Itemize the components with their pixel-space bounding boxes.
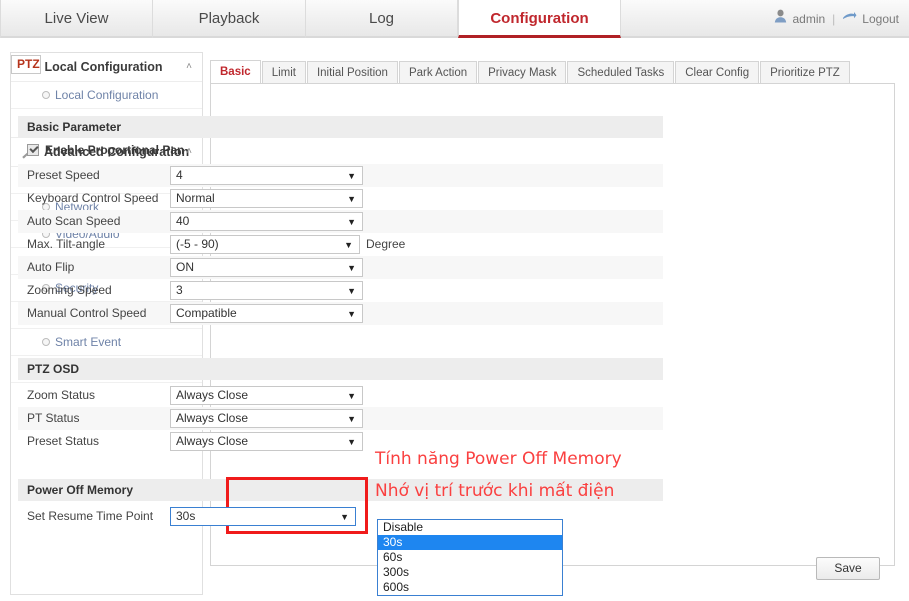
nav-tab-live-view[interactable]: Live View [0, 0, 153, 38]
pt-status-select[interactable]: Always Close ▼ [170, 409, 363, 428]
select-value: Compatible [176, 306, 237, 320]
logout-label[interactable]: Logout [862, 0, 899, 38]
sidebar-group-label: Local Configuration [44, 60, 162, 74]
row-label: Manual Control Speed [27, 302, 146, 325]
zooming-speed-select[interactable]: 3 ▼ [170, 281, 363, 300]
row-preset-speed: Preset Speed 4 ▼ [18, 164, 663, 187]
set-resume-time-point-select[interactable]: 30s ▼ [170, 507, 356, 526]
sidebar-item-ptz[interactable]: PTZ [11, 55, 41, 74]
select-value: Always Close [176, 434, 248, 448]
enable-proportional-pan-checkbox[interactable] [27, 144, 39, 156]
row-label: Zooming Speed [27, 279, 112, 302]
nav-tab-configuration[interactable]: Configuration [458, 0, 621, 38]
select-value: ON [176, 260, 194, 274]
tab-basic[interactable]: Basic [210, 60, 261, 84]
row-label: Auto Flip [27, 256, 74, 279]
tab-limit[interactable]: Limit [262, 61, 306, 84]
manual-control-speed-select[interactable]: Compatible ▼ [170, 304, 363, 323]
sidebar-item-smart-event[interactable]: Smart Event [11, 329, 202, 356]
row-label: Set Resume Time Point [27, 505, 153, 528]
row-auto-flip: Auto Flip ON ▼ [18, 256, 663, 279]
chevron-down-icon: ▼ [340, 509, 349, 526]
row-auto-scan-speed: Auto Scan Speed 40 ▼ [18, 210, 663, 233]
row-label: Preset Speed [27, 164, 100, 187]
username-label: admin [792, 0, 825, 38]
tab-clear-config[interactable]: Clear Config [675, 61, 759, 84]
chevron-down-icon: ▼ [347, 260, 356, 277]
zoom-status-select[interactable]: Always Close ▼ [170, 386, 363, 405]
select-value: Normal [176, 191, 215, 205]
max-tilt-angle-select[interactable]: (-5 - 90) ▼ [170, 235, 360, 254]
sidebar-item-label: PTZ [17, 57, 40, 71]
select-value: Always Close [176, 411, 248, 425]
chevron-down-icon: ▼ [347, 306, 356, 323]
chevron-down-icon: ▼ [347, 434, 356, 451]
save-button[interactable]: Save [816, 557, 880, 580]
chevron-down-icon: ▼ [344, 237, 353, 254]
chevron-up-icon[interactable]: ˄ [186, 53, 192, 81]
row-manual-control-speed: Manual Control Speed Compatible ▼ [18, 302, 663, 325]
enable-proportional-pan-row: Enable Proportional Pan [18, 140, 663, 162]
chevron-down-icon: ▼ [347, 191, 356, 208]
row-max-tilt-angle: Max. Tilt-angle (-5 - 90) ▼ Degree [18, 233, 663, 256]
select-value: 4 [176, 168, 183, 182]
sidebar-item-label: Smart Event [55, 335, 121, 349]
tab-scheduled-tasks[interactable]: Scheduled Tasks [567, 61, 674, 84]
preset-speed-select[interactable]: 4 ▼ [170, 166, 363, 185]
auto-scan-speed-select[interactable]: 40 ▼ [170, 212, 363, 231]
auto-flip-select[interactable]: ON ▼ [170, 258, 363, 277]
row-label: Keyboard Control Speed [27, 187, 158, 210]
section-header-basic-parameter: Basic Parameter [18, 116, 663, 138]
row-label: Max. Tilt-angle [27, 233, 105, 256]
nav-tab-playback[interactable]: Playback [153, 0, 306, 38]
content-tab-strip: BasicLimitInitial PositionPark ActionPri… [210, 60, 851, 83]
user-session-area: admin | Logout [774, 0, 899, 38]
preset-status-select[interactable]: Always Close ▼ [170, 432, 363, 451]
select-value: 3 [176, 283, 183, 297]
max-tilt-angle-unit: Degree [366, 233, 405, 256]
annotation-line-2: Nhớ vị trí trước khi mất điện [375, 481, 614, 501]
row-label: Auto Scan Speed [27, 210, 120, 233]
set-resume-time-point-dropdown[interactable]: Disable 30s 60s 300s 600s [377, 519, 563, 596]
row-label: PT Status [27, 407, 79, 430]
logout-arrow-icon[interactable] [842, 0, 857, 38]
sidebar-item-local-configuration[interactable]: Local Configuration [11, 82, 202, 109]
nav-tab-log[interactable]: Log [306, 0, 458, 38]
dropdown-option-60s[interactable]: 60s [378, 550, 562, 565]
select-value: Always Close [176, 388, 248, 402]
tab-initial-position[interactable]: Initial Position [307, 61, 398, 84]
select-value: (-5 - 90) [176, 237, 219, 251]
chevron-down-icon: ▼ [347, 168, 356, 185]
dropdown-option-disable[interactable]: Disable [378, 520, 562, 535]
enable-proportional-pan-label: Enable Proportional Pan [45, 140, 184, 161]
tab-prioritize-ptz[interactable]: Prioritize PTZ [760, 61, 850, 84]
row-pt-status: PT Status Always Close ▼ [18, 407, 663, 430]
tab-park-action[interactable]: Park Action [399, 61, 477, 84]
dropdown-option-600s[interactable]: 600s [378, 580, 562, 595]
chevron-down-icon: ▼ [347, 283, 356, 300]
sidebar-item-label: Local Configuration [55, 88, 158, 102]
row-keyboard-control-speed: Keyboard Control Speed Normal ▼ [18, 187, 663, 210]
row-zoom-status: Zoom Status Always Close ▼ [18, 384, 663, 407]
row-label: Zoom Status [27, 384, 95, 407]
annotation-line-1: Tính năng Power Off Memory [375, 449, 622, 469]
select-value: 40 [176, 214, 189, 228]
chevron-down-icon: ▼ [347, 411, 356, 428]
dropdown-option-30s[interactable]: 30s [378, 535, 562, 550]
chevron-down-icon: ▼ [347, 214, 356, 231]
user-separator: | [832, 0, 835, 38]
section-header-ptz-osd: PTZ OSD [18, 358, 663, 380]
keyboard-control-speed-select[interactable]: Normal ▼ [170, 189, 363, 208]
dropdown-option-300s[interactable]: 300s [378, 565, 562, 580]
row-label: Preset Status [27, 430, 99, 453]
tab-privacy-mask[interactable]: Privacy Mask [478, 61, 566, 84]
user-icon [774, 0, 787, 38]
row-set-resume-time-point: Set Resume Time Point 30s ▼ [18, 505, 663, 528]
top-navigation-bar: Live View Playback Log Configuration adm… [0, 0, 909, 38]
select-value: 30s [176, 509, 195, 523]
chevron-down-icon: ▼ [347, 388, 356, 405]
row-zooming-speed: Zooming Speed 3 ▼ [18, 279, 663, 302]
